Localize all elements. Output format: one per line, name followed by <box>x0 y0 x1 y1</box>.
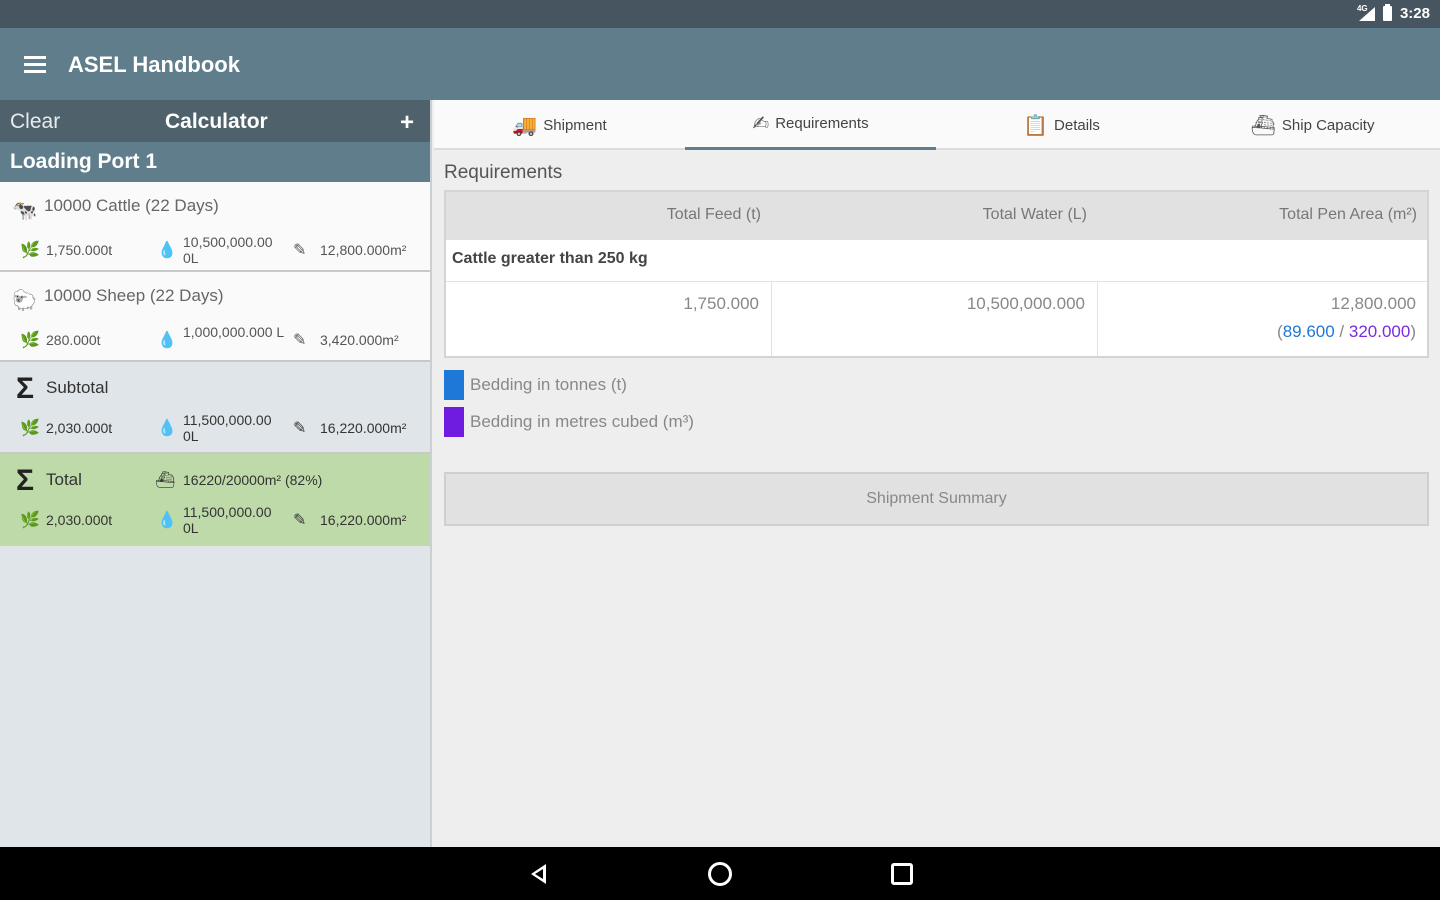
sheep-icon: 🐑 <box>12 290 37 312</box>
bedding-m3: 320.000 <box>1348 322 1411 341</box>
status-bar: 4G 3:28 <box>0 0 1440 28</box>
total-water: 11,500,000.00 0L <box>183 504 272 536</box>
tab-details[interactable]: 📋 Details <box>936 100 1187 150</box>
feed-icon: 🌿 <box>20 420 40 437</box>
entry-name: 10000 Sheep (22 Days) <box>44 286 224 305</box>
subtotal-row: Σ Subtotal 🌿 2,030.000t 💧 11,500,000.00 … <box>0 362 430 454</box>
water-value: 10,500,000.000 <box>966 294 1085 313</box>
tab-requirements[interactable]: ✍ Requirements <box>685 100 936 150</box>
total-feed: 2,030.000t <box>46 512 113 528</box>
legend-swatch-blue <box>444 370 464 400</box>
app-bar: ASEL Handbook <box>0 28 1440 100</box>
subtotal-feed: 2,030.000t <box>46 420 113 436</box>
clipboard-icon: 📋 <box>1023 114 1049 137</box>
pen-area-icon: ✎ <box>293 332 307 349</box>
pen-area-icon: ✎ <box>293 512 307 529</box>
water-drop-icon: 💧 <box>157 242 177 259</box>
water-drop-icon: 💧 <box>157 420 177 437</box>
total-pen: 16,220.000m² <box>320 512 407 528</box>
bedding-tonnes: 89.600 <box>1282 322 1335 341</box>
loading-port-title[interactable]: Loading Port 1 <box>0 142 430 182</box>
tab-label: Requirements <box>775 115 869 132</box>
calculator-header: Clear Calculator + <box>0 100 430 142</box>
pen-area-icon: ✎ <box>293 242 307 259</box>
bedding-values: (89.600 / 320.000) <box>1277 322 1416 341</box>
table-row: 1,750.000 10,500,000.000 12,800.000 (89.… <box>446 282 1427 356</box>
entry-pen: 3,420.000m² <box>320 332 399 348</box>
water-drop-icon: 💧 <box>157 512 177 529</box>
col-total-water: Total Water (L) <box>982 206 1087 223</box>
edit-icon: ✍ <box>752 113 770 135</box>
hamburger-icon[interactable] <box>24 56 46 73</box>
total-label: Total <box>46 470 82 489</box>
entry-name: 10000 Cattle (22 Days) <box>44 196 219 215</box>
clear-button[interactable]: Clear <box>10 110 60 134</box>
legend-swatch-purple <box>444 407 464 437</box>
legend-item-tonnes: Bedding in tonnes (t) <box>444 370 627 400</box>
feed-icon: 🌿 <box>20 332 40 349</box>
calculator-title: Calculator <box>165 110 268 133</box>
col-total-pen-area: Total Pen Area (m²) <box>1279 206 1417 223</box>
water-drop-icon: 💧 <box>157 332 177 349</box>
requirements-table: Total Feed (t) Total Water (L) Total Pen… <box>444 190 1429 358</box>
sigma-icon: Σ <box>16 464 35 497</box>
total-capacity: 16220/20000m² (82%) <box>183 472 323 488</box>
tab-label: Details <box>1054 116 1100 134</box>
navigation-bar <box>0 847 1440 900</box>
battery-icon <box>1382 4 1392 21</box>
legend-item-m3: Bedding in metres cubed (m³) <box>444 407 694 437</box>
legend-label: Bedding in metres cubed (m³) <box>470 412 694 431</box>
entry-pen: 12,800.000m² <box>320 242 407 258</box>
ship-icon: ⛴ <box>1250 114 1276 137</box>
tab-label: Shipment <box>543 116 607 134</box>
col-total-feed: Total Feed (t) <box>666 206 761 223</box>
ship-icon: ⛴ <box>155 472 176 489</box>
requirements-content: Requirements Total Feed (t) Total Water … <box>434 150 1440 847</box>
table-header: Total Feed (t) Total Water (L) Total Pen… <box>446 192 1427 240</box>
calculator-entry-sheep[interactable]: 🐑 10000 Sheep (22 Days) 🌿 280.000t 💧 1,0… <box>0 272 430 362</box>
calculator-entry-cattle[interactable]: 🐄 10000 Cattle (22 Days) 🌿 1,750.000t 💧 … <box>0 182 430 272</box>
feed-icon: 🌿 <box>20 512 40 529</box>
subtotal-pen: 16,220.000m² <box>320 420 407 436</box>
cattle-icon: 🐄 <box>12 200 37 222</box>
pen-value: 12,800.000 <box>1330 294 1416 313</box>
feed-icon: 🌿 <box>20 242 40 259</box>
subtotal-water: 11,500,000.00 0L <box>183 412 272 444</box>
tab-shipment[interactable]: 🚚 Shipment <box>434 100 685 150</box>
pen-area-icon: ✎ <box>293 420 307 437</box>
add-button[interactable]: + <box>400 109 414 137</box>
entry-water: 1,000,000.000 L <box>183 324 285 340</box>
signal-icon: 4G <box>1357 4 1375 22</box>
calculator-panel: Clear Calculator + Loading Port 1 🐄 1000… <box>0 100 432 847</box>
truck-icon: 🚚 <box>512 114 538 137</box>
tab-label: Ship Capacity <box>1281 116 1375 134</box>
entry-feed: 1,750.000t <box>46 242 113 258</box>
sigma-icon: Σ <box>16 372 35 405</box>
tab-ship-capacity[interactable]: ⛴ Ship Capacity <box>1187 100 1438 150</box>
clock: 3:28 <box>1399 5 1430 22</box>
legend-label: Bedding in tonnes (t) <box>470 375 627 394</box>
feed-value: 1,750.000 <box>683 294 759 313</box>
section-title: Requirements <box>444 162 563 183</box>
recents-icon[interactable] <box>891 863 913 885</box>
total-row: Σ Total ⛴ 16220/20000m² (82%) 🌿 2,030.00… <box>0 454 430 546</box>
app-title: ASEL Handbook <box>68 52 240 77</box>
subtotal-label: Subtotal <box>46 378 109 397</box>
tab-bar: 🚚 Shipment ✍ Requirements 📋 Details ⛴ Sh… <box>434 100 1440 150</box>
entry-feed: 280.000t <box>46 332 101 348</box>
home-icon[interactable] <box>708 862 732 886</box>
group-label: Cattle greater than 250 kg <box>446 240 1427 282</box>
back-icon[interactable] <box>528 861 554 887</box>
shipment-summary-button[interactable]: Shipment Summary <box>444 472 1429 526</box>
entry-water: 10,500,000.00 0L <box>183 234 273 266</box>
